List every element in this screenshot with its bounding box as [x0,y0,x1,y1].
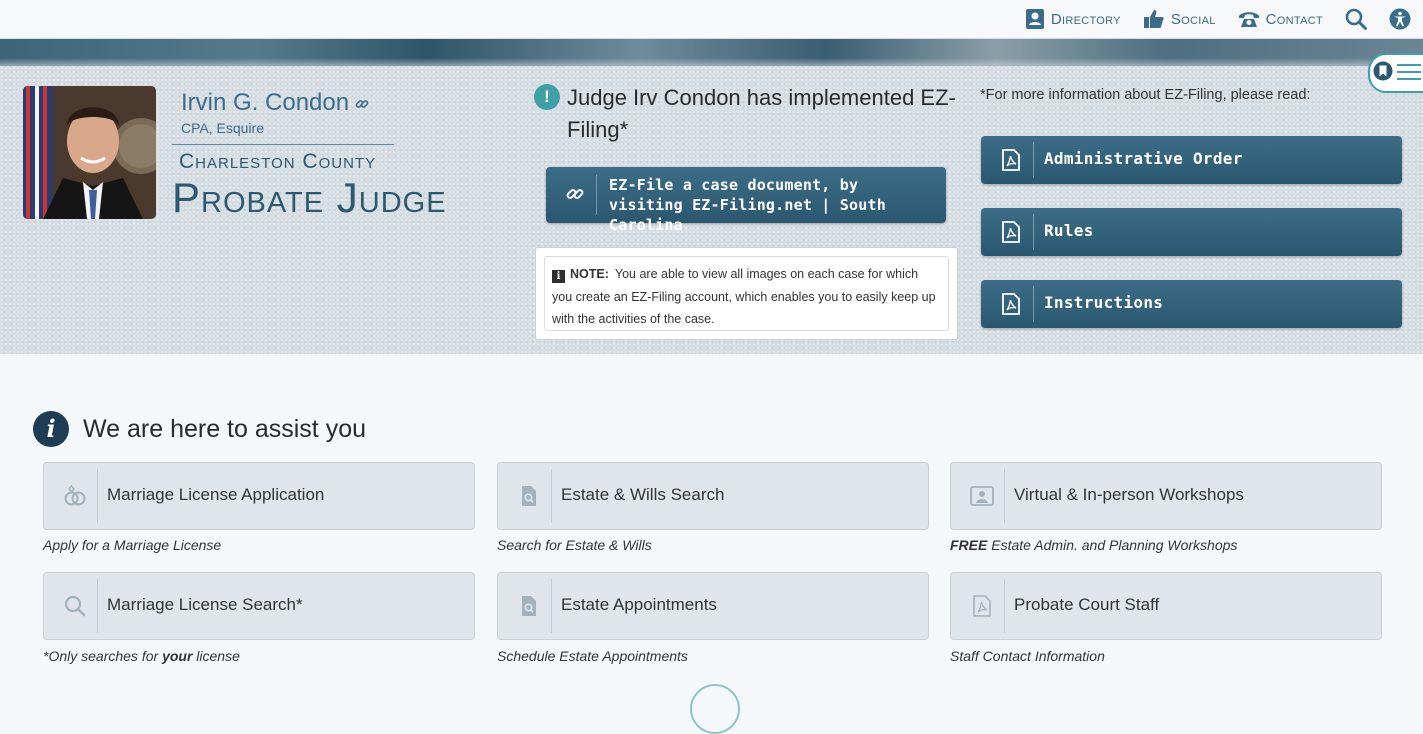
pdf-icon [1001,221,1021,248]
instructions-button[interactable]: Instructions [981,280,1402,328]
directory-label: Directory [1050,10,1121,28]
card-label: Virtual & In-person Workshops [1014,485,1244,504]
card-label: Estate Appointments [561,595,717,614]
card-separator [1004,469,1005,523]
card-separator [97,469,98,523]
administrative-order-button[interactable]: Administrative Order [981,136,1402,184]
directory-icon [1025,9,1044,29]
search-icon [1345,8,1367,30]
button-separator [1033,142,1034,178]
judge-credentials: CPA, Esquire [181,120,264,136]
caption-text: license [196,648,240,664]
county-name: Charleston County [179,150,377,173]
button-separator [1033,214,1034,250]
top-bar: Directory Social Contact [0,0,1423,39]
card-caption: Apply for a Marriage License [43,537,222,553]
info-icon: i [33,411,69,447]
judge-photo [23,86,156,219]
link-icon [566,185,584,208]
phone-icon [1238,12,1259,27]
assist-section-title: We are here to assist you [83,415,367,443]
rules-label: Rules [1044,221,1094,240]
pdf-icon [1001,293,1021,320]
note-content: i NOTE: You are able to view all images on… [544,256,949,331]
hamburger-menu-icon [1397,64,1421,80]
card-label: Estate & Wills Search [561,485,725,504]
button-separator [596,175,597,215]
file-search-icon [516,483,542,509]
card-separator [551,579,552,633]
pdf-icon [969,593,995,619]
page-title: Probate Judge [172,174,447,221]
caption-emphasis: your [162,648,193,664]
top-nav: Directory Social Contact [1025,0,1423,38]
hero-section: Irvin G. Condon CPA, Esquire Charleston … [0,66,1423,354]
estate-wills-search-card[interactable]: Estate & Wills Search [497,462,929,530]
header-banner-image [0,39,1423,66]
directory-link[interactable]: Directory [1025,8,1121,30]
note-box: i NOTE: You are able to view all images on… [535,247,958,340]
card-separator [97,579,98,633]
administrative-order-label: Administrative Order [1044,149,1243,168]
ez-filing-info-text: *For more information about EZ-Filing, p… [980,87,1311,103]
rings-icon [62,483,88,509]
workshops-card[interactable]: Virtual & In-person Workshops [950,462,1382,530]
social-link[interactable]: Social [1143,9,1216,29]
thumbs-up-icon [1143,10,1164,28]
side-menu-tab[interactable] [1368,53,1423,93]
contact-label: Contact [1265,10,1323,28]
marriage-license-application-card[interactable]: Marriage License Application [43,462,475,530]
note-text: You are able to view all images on each … [552,267,936,326]
name-divider [172,144,394,145]
card-label: Marriage License Application [107,485,325,504]
note-label: NOTE: [570,267,609,281]
card-label: Marriage License Search* [107,595,303,614]
card-caption: *Only searches for your license [43,648,240,664]
card-label: Probate Court Staff [1014,595,1160,614]
workshop-icon [969,483,995,509]
card-caption: Staff Contact Information [950,648,1105,664]
caption-text: *Only searches for [43,648,159,664]
announcement-text: Judge Irv Condon has implemented EZ-Fili… [567,85,956,142]
social-label: Social [1170,10,1216,28]
ez-file-button-label: EZ-File a case document, by visiting EZ-… [609,176,886,234]
bookmark-icon [1373,61,1393,81]
file-search-icon [516,593,542,619]
caption-emphasis: FREE [950,537,988,553]
ez-file-button[interactable]: EZ-File a case document, by visiting EZ-… [546,167,946,234]
search-icon [62,593,88,619]
exclamation-icon: ! [534,84,560,110]
card-caption: Search for Estate & Wills [497,537,652,553]
card-caption: FREE Estate Admin. and Planning Workshop… [950,537,1237,553]
accessibility-icon [1389,8,1411,30]
caption-text: Estate Admin. and Planning Workshops [991,537,1238,553]
link-icon [355,90,369,118]
instructions-label: Instructions [1044,293,1164,312]
card-separator [1004,579,1005,633]
pdf-icon [1001,149,1021,176]
contact-link[interactable]: Contact [1238,10,1323,28]
probate-court-staff-card[interactable]: Probate Court Staff [950,572,1382,640]
button-separator [1033,286,1034,322]
accessibility-button[interactable] [1389,8,1411,30]
rules-button[interactable]: Rules [981,208,1402,256]
card-caption: Schedule Estate Appointments [497,648,688,664]
marriage-license-search-card[interactable]: Marriage License Search* [43,572,475,640]
judge-name-link[interactable]: Irvin G. Condon [181,89,369,118]
card-separator [551,469,552,523]
judge-name: Irvin G. Condon [181,89,350,116]
estate-appointments-card[interactable]: Estate Appointments [497,572,929,640]
search-button[interactable] [1345,8,1367,30]
info-icon: i [552,270,565,283]
